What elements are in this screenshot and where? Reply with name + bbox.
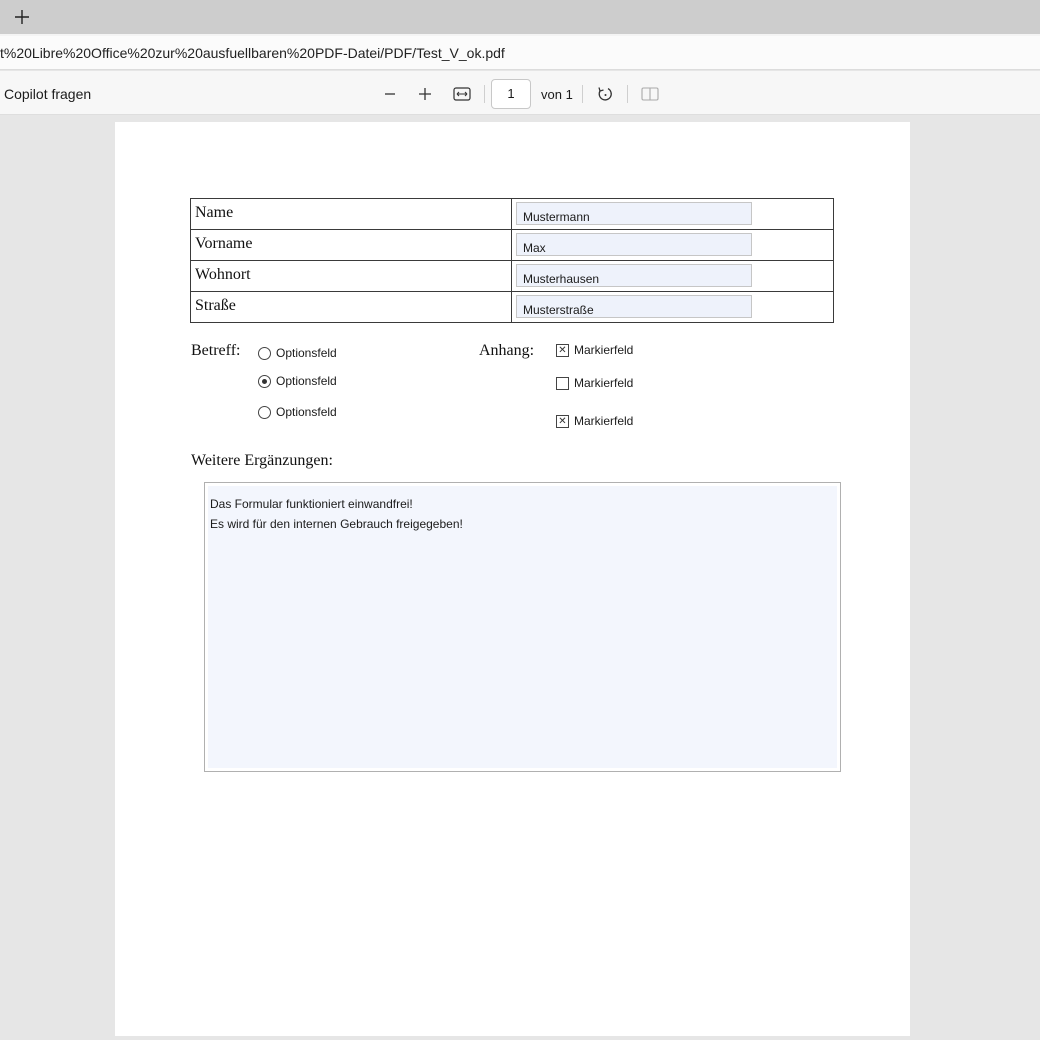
radio-option-2[interactable]: Optionsfeld [258, 374, 337, 388]
rotate-icon [598, 87, 612, 101]
two-page-view-button[interactable] [638, 82, 662, 106]
plus-icon [15, 10, 29, 24]
label-cell: Vorname [191, 230, 512, 260]
url-text[interactable]: t%20Libre%20Office%20zur%20ausfuellbaren… [0, 45, 505, 61]
table-row: Name Mustermann [191, 199, 833, 230]
checkbox-option-1[interactable]: ✕ Markierfeld [556, 343, 633, 357]
checkbox-icon[interactable] [556, 376, 569, 390]
fit-width-icon [453, 87, 471, 101]
checkbox-checked-icon[interactable]: ✕ [556, 414, 569, 428]
radio-label: Optionsfeld [276, 405, 337, 419]
rotate-button[interactable] [593, 82, 617, 106]
radio-option-1[interactable]: Optionsfeld [258, 346, 337, 360]
checkbox-label: Markierfeld [574, 376, 634, 390]
notes-line: Das Formular funktioniert einwandfrei! [210, 497, 413, 511]
fit-width-button[interactable] [450, 82, 474, 106]
label-cell: Wohnort [191, 261, 512, 291]
vorname-field[interactable]: Max [516, 233, 752, 256]
notes-line: Es wird für den internen Gebrauch freige… [210, 517, 463, 531]
field-label-vorname: Vorname [195, 235, 253, 252]
field-label-strasse: Straße [195, 297, 236, 314]
radio-icon[interactable] [258, 405, 271, 419]
address-bar[interactable]: t%20Libre%20Office%20zur%20ausfuellbaren… [0, 36, 1040, 70]
toolbar-separator [627, 85, 628, 103]
table-row: Straße Musterstraße [191, 292, 833, 322]
radio-selected-icon[interactable] [258, 374, 271, 388]
pdf-viewer: Name Mustermann Vorname Max Wohnort Must… [0, 116, 1040, 1040]
betreff-label: Betreff: [191, 342, 241, 359]
minus-icon [385, 93, 395, 95]
page-total: von 1 [541, 87, 573, 102]
plus-icon [419, 88, 431, 100]
zoom-out-button[interactable] [378, 82, 402, 106]
copilot-button[interactable]: Copilot fragen [4, 86, 91, 102]
toolbar-separator [582, 85, 583, 103]
checkbox-option-2[interactable]: Markierfeld [556, 376, 633, 390]
personal-data-table: Name Mustermann Vorname Max Wohnort Must… [190, 198, 834, 323]
zoom-in-button[interactable] [413, 82, 437, 106]
table-row: Wohnort Musterhausen [191, 261, 833, 292]
field-label-name: Name [195, 204, 234, 221]
tab-strip [0, 0, 1040, 36]
checkbox-label: Markierfeld [574, 414, 634, 428]
name-field[interactable]: Mustermann [516, 202, 752, 225]
strasse-field[interactable]: Musterstraße [516, 295, 752, 318]
checkbox-label: Markierfeld [574, 343, 634, 357]
radio-label: Optionsfeld [276, 374, 337, 388]
field-label-wohnort: Wohnort [195, 266, 251, 283]
label-cell: Name [191, 199, 512, 229]
pdf-toolbar: Copilot fragen 1 von 1 [0, 71, 1040, 115]
new-tab-button[interactable] [8, 4, 36, 30]
pdf-page: Name Mustermann Vorname Max Wohnort Must… [115, 122, 910, 1036]
two-page-icon [641, 87, 659, 101]
anhang-label: Anhang: [479, 342, 535, 359]
notes-content[interactable]: Das Formular funktioniert einwandfrei! E… [208, 486, 837, 768]
notes-textarea[interactable]: Das Formular funktioniert einwandfrei! E… [204, 482, 841, 772]
page-number-input[interactable]: 1 [491, 79, 531, 109]
radio-icon[interactable] [258, 346, 271, 360]
radio-option-3[interactable]: Optionsfeld [258, 405, 337, 419]
checkbox-option-3[interactable]: ✕ Markierfeld [556, 414, 633, 428]
notes-label: Weitere Ergänzungen: [191, 452, 333, 469]
wohnort-field[interactable]: Musterhausen [516, 264, 752, 287]
table-row: Vorname Max [191, 230, 833, 261]
label-cell: Straße [191, 292, 512, 322]
toolbar-separator [484, 85, 485, 103]
checkbox-checked-icon[interactable]: ✕ [556, 343, 569, 357]
radio-label: Optionsfeld [276, 346, 337, 360]
